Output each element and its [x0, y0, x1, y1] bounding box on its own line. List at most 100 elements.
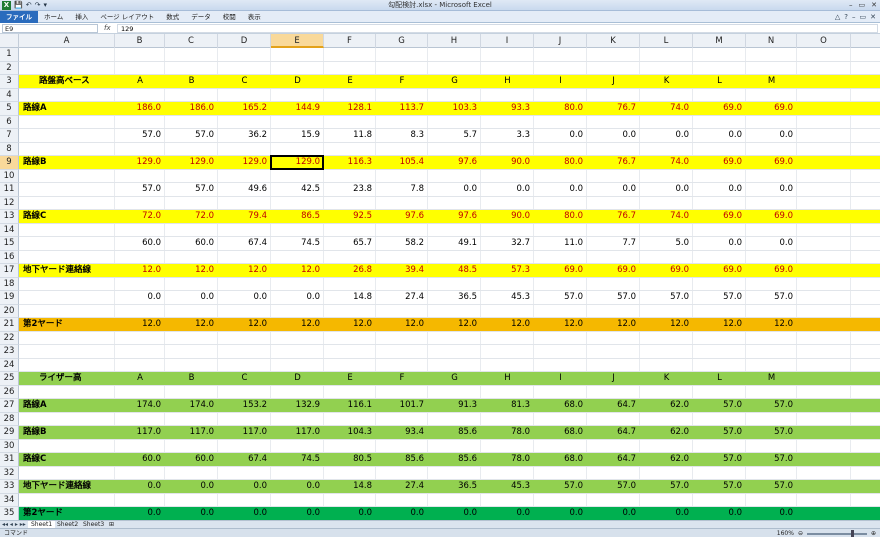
cell-M21[interactable]: 12.0: [693, 318, 746, 332]
cell-I11[interactable]: 0.0: [481, 183, 534, 197]
ribbon-tab-7[interactable]: 表示: [242, 11, 267, 23]
row-header-14[interactable]: 14: [0, 223, 19, 237]
cell-H5[interactable]: 103.3: [428, 102, 481, 116]
row-header-8[interactable]: 8: [0, 142, 19, 156]
cell-B33[interactable]: 0.0: [115, 480, 165, 494]
cell-C11[interactable]: 57.0: [165, 183, 218, 197]
cell-H35[interactable]: 0.0: [428, 507, 481, 521]
cell-C31[interactable]: 60.0: [165, 453, 218, 467]
cell-N11[interactable]: 0.0: [746, 183, 797, 197]
row-header-6[interactable]: 6: [0, 115, 19, 129]
cell-N29[interactable]: 57.0: [746, 426, 797, 440]
cell-K21[interactable]: 12.0: [587, 318, 640, 332]
cell-G5[interactable]: 113.7: [376, 102, 428, 116]
cell-L11[interactable]: 0.0: [640, 183, 693, 197]
cell-K31[interactable]: 64.7: [587, 453, 640, 467]
column-header-J[interactable]: J: [534, 34, 587, 48]
cell-C3[interactable]: B: [165, 75, 218, 89]
column-header-L[interactable]: L: [640, 34, 693, 48]
cell-H33[interactable]: 36.5: [428, 480, 481, 494]
cell-F3[interactable]: E: [324, 75, 376, 89]
cell-D29[interactable]: 117.0: [218, 426, 271, 440]
cell-D5[interactable]: 165.2: [218, 102, 271, 116]
cell-E15[interactable]: 74.5: [271, 237, 324, 251]
cell-H13[interactable]: 97.6: [428, 210, 481, 224]
cell-I19[interactable]: 45.3: [481, 291, 534, 305]
cell-J13[interactable]: 80.0: [534, 210, 587, 224]
row-header-19[interactable]: 19: [0, 291, 19, 305]
cell-L13[interactable]: 74.0: [640, 210, 693, 224]
column-header-N[interactable]: N: [746, 34, 797, 48]
fx-icon[interactable]: fx: [104, 23, 111, 34]
cell-K35[interactable]: 0.0: [587, 507, 640, 521]
cell-A21[interactable]: 第2ヤード: [19, 318, 115, 332]
cell-K13[interactable]: 76.7: [587, 210, 640, 224]
cell-F17[interactable]: 26.8: [324, 264, 376, 278]
row-header-16[interactable]: 16: [0, 250, 19, 264]
column-header-E[interactable]: E: [271, 34, 324, 48]
cell-I5[interactable]: 93.3: [481, 102, 534, 116]
cell-C27[interactable]: 174.0: [165, 399, 218, 413]
cell-M27[interactable]: 57.0: [693, 399, 746, 413]
cell-A15[interactable]: [19, 237, 115, 251]
ribbon-tab-4[interactable]: 数式: [160, 11, 185, 23]
cell-E3[interactable]: D: [271, 75, 324, 89]
cell-E7[interactable]: 15.9: [271, 129, 324, 143]
cell-B3[interactable]: A: [115, 75, 165, 89]
cell-M25[interactable]: L: [693, 372, 746, 386]
cell-G31[interactable]: 85.6: [376, 453, 428, 467]
column-header-O[interactable]: O: [797, 34, 851, 48]
cell-A3[interactable]: 路盤高ベース: [35, 75, 115, 89]
cell-N33[interactable]: 57.0: [746, 480, 797, 494]
cell-A5[interactable]: 路線A: [19, 102, 115, 116]
cell-I17[interactable]: 57.3: [481, 264, 534, 278]
row-header-29[interactable]: 29: [0, 426, 19, 440]
cell-J29[interactable]: 68.0: [534, 426, 587, 440]
cell-G13[interactable]: 97.6: [376, 210, 428, 224]
cell-D25[interactable]: C: [218, 372, 271, 386]
cell-I13[interactable]: 90.0: [481, 210, 534, 224]
cell-G33[interactable]: 27.4: [376, 480, 428, 494]
cell-L15[interactable]: 5.0: [640, 237, 693, 251]
cell-J9[interactable]: 80.0: [534, 156, 587, 170]
cell-B31[interactable]: 60.0: [115, 453, 165, 467]
cell-C7[interactable]: 57.0: [165, 129, 218, 143]
cell-I31[interactable]: 78.0: [481, 453, 534, 467]
row-header-11[interactable]: 11: [0, 183, 19, 197]
row-header-10[interactable]: 10: [0, 169, 19, 183]
cell-G29[interactable]: 93.4: [376, 426, 428, 440]
row-header-32[interactable]: 32: [0, 466, 19, 480]
cell-A25[interactable]: ライザー高: [35, 372, 115, 386]
cell-J21[interactable]: 12.0: [534, 318, 587, 332]
cell-B29[interactable]: 117.0: [115, 426, 165, 440]
cell-N25[interactable]: M: [746, 372, 797, 386]
row-header-4[interactable]: 4: [0, 88, 19, 102]
cell-M17[interactable]: 69.0: [693, 264, 746, 278]
cell-A11[interactable]: [19, 183, 115, 197]
cell-H15[interactable]: 49.1: [428, 237, 481, 251]
row-header-25[interactable]: 25: [0, 372, 19, 386]
cell-H19[interactable]: 36.5: [428, 291, 481, 305]
cell-G27[interactable]: 101.7: [376, 399, 428, 413]
select-all-corner[interactable]: [0, 34, 19, 48]
cell-L17[interactable]: 69.0: [640, 264, 693, 278]
cell-B19[interactable]: 0.0: [115, 291, 165, 305]
cell-B17[interactable]: 12.0: [115, 264, 165, 278]
cell-A19[interactable]: [19, 291, 115, 305]
cell-C9[interactable]: 129.0: [165, 156, 218, 170]
cell-D31[interactable]: 67.4: [218, 453, 271, 467]
cell-B7[interactable]: 57.0: [115, 129, 165, 143]
cell-D7[interactable]: 36.2: [218, 129, 271, 143]
cell-H7[interactable]: 5.7: [428, 129, 481, 143]
cell-K11[interactable]: 0.0: [587, 183, 640, 197]
cell-J19[interactable]: 57.0: [534, 291, 587, 305]
cell-C5[interactable]: 186.0: [165, 102, 218, 116]
cell-N17[interactable]: 69.0: [746, 264, 797, 278]
cell-L19[interactable]: 57.0: [640, 291, 693, 305]
cell-M35[interactable]: 0.0: [693, 507, 746, 521]
cell-M19[interactable]: 57.0: [693, 291, 746, 305]
cell-E27[interactable]: 132.9: [271, 399, 324, 413]
cell-E19[interactable]: 0.0: [271, 291, 324, 305]
cell-C33[interactable]: 0.0: [165, 480, 218, 494]
cell-H21[interactable]: 12.0: [428, 318, 481, 332]
